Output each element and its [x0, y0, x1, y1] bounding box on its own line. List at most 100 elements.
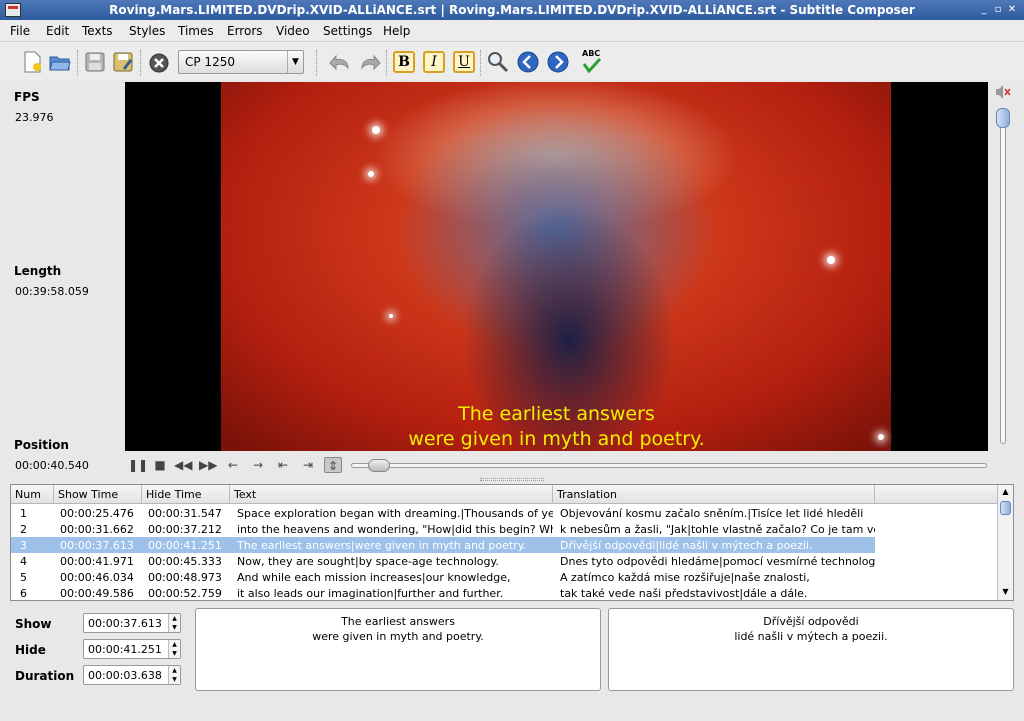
- duration-spinbox[interactable]: 00:00:03.638 ▲ ▼: [83, 665, 181, 685]
- menu-help[interactable]: Help: [383, 24, 410, 38]
- column-header-num[interactable]: Num: [11, 485, 54, 504]
- cell-translation: Dnes tyto odpovědi hledáme|pomocí vesmír…: [560, 555, 875, 568]
- cell-hide-time: 00:00:41.251: [148, 539, 222, 552]
- video-player[interactable]: The earliest answers were given in myth …: [125, 82, 988, 451]
- encoding-select[interactable]: CP 1250 ▼: [178, 50, 304, 74]
- scrollbar-thumb[interactable]: [1000, 501, 1011, 515]
- menu-times[interactable]: Times: [178, 24, 214, 38]
- close-icon[interactable]: [147, 50, 171, 74]
- seek-bar[interactable]: [351, 459, 987, 472]
- table-scrollbar[interactable]: ▲ ▼: [997, 485, 1013, 600]
- cell-text: Space exploration began with dreaming.|T…: [237, 507, 553, 520]
- speaker-muted-icon[interactable]: [995, 84, 1011, 100]
- cell-text: Now, they are sought|by space-age techno…: [237, 555, 499, 568]
- column-header-translation[interactable]: Translation: [553, 485, 875, 504]
- column-header-show-time[interactable]: Show Time: [54, 485, 142, 504]
- translation-editor-line1: Dřívější odpovědi: [763, 615, 859, 628]
- position-label: Position: [14, 438, 69, 452]
- set-show-time-icon[interactable]: ⇤: [274, 457, 292, 473]
- cell-show-time: 00:00:41.971: [60, 555, 134, 568]
- length-label: Length: [14, 264, 62, 278]
- cell-show-time: 00:00:25.476: [60, 507, 134, 520]
- pause-icon[interactable]: ❚❚: [128, 457, 148, 473]
- next-icon[interactable]: [546, 50, 570, 74]
- open-file-icon[interactable]: [48, 50, 72, 74]
- translation-editor[interactable]: Dřívější odpovědi lidé našli v mýtech a …: [608, 608, 1014, 691]
- new-file-icon[interactable]: [20, 50, 44, 74]
- menu-errors[interactable]: Errors: [227, 24, 263, 38]
- table-row[interactable]: 2 00:00:31.662 00:00:37.212 into the hea…: [11, 521, 875, 537]
- splitter-handle[interactable]: [480, 478, 544, 481]
- menu-settings[interactable]: Settings: [323, 24, 372, 38]
- cell-num: 4: [20, 555, 27, 568]
- cell-translation: k nebesům a žasli, "Jak|tohle vlastně za…: [560, 523, 875, 536]
- position-value: 00:00:40.540: [15, 459, 89, 472]
- cell-show-time: 00:00:46.034: [60, 571, 134, 584]
- bold-icon[interactable]: B: [393, 51, 415, 73]
- set-hide-time-icon[interactable]: ⇥: [299, 457, 317, 473]
- menu-file[interactable]: File: [10, 24, 30, 38]
- maximize-button[interactable]: ▫: [992, 4, 1004, 16]
- italic-icon[interactable]: I: [423, 51, 445, 73]
- star: [389, 314, 393, 318]
- cell-num: 6: [20, 587, 27, 600]
- save-icon[interactable]: [83, 50, 107, 74]
- undo-icon[interactable]: [328, 50, 352, 74]
- video-frame: [221, 82, 891, 451]
- cell-text: And while each mission increases|our kno…: [237, 571, 511, 584]
- seek-backward-icon[interactable]: ◀◀: [174, 457, 192, 473]
- hide-time-spinbox[interactable]: 00:00:41.251 ▲ ▼: [83, 639, 181, 659]
- volume-slider[interactable]: [1000, 114, 1006, 444]
- seek-handle[interactable]: [368, 459, 390, 472]
- volume-slider-handle[interactable]: [996, 108, 1010, 128]
- minimize-button[interactable]: _: [978, 4, 990, 16]
- menu-video[interactable]: Video: [276, 24, 310, 38]
- save-as-icon[interactable]: [111, 50, 135, 74]
- cell-translation: Dřívější odpovědi|lidé našli v mýtech a …: [560, 539, 813, 552]
- underline-icon[interactable]: U: [453, 51, 475, 73]
- stop-icon[interactable]: ■: [151, 457, 169, 473]
- spell-check-icon[interactable]: ABC: [580, 49, 604, 74]
- cell-num: 3: [20, 539, 27, 552]
- volume-control: [995, 84, 1011, 450]
- spin-arrows-icon[interactable]: ▲ ▼: [168, 640, 180, 658]
- player-controls: ❚❚ ■ ◀◀ ▶▶ ← → ⇤ ⇥ ⇕: [125, 453, 995, 477]
- table-row[interactable]: 5 00:00:46.034 00:00:48.973 And while ea…: [11, 569, 875, 585]
- subtitle-table: Num Show Time Hide Time Text Translation…: [10, 484, 1014, 601]
- menu-edit[interactable]: Edit: [46, 24, 69, 38]
- toolbar-separator: [140, 50, 142, 76]
- previous-line-icon[interactable]: ←: [224, 457, 242, 473]
- cell-hide-time: 00:00:52.759: [148, 587, 222, 600]
- menu-styles[interactable]: Styles: [129, 24, 165, 38]
- show-label: Show: [15, 617, 52, 631]
- cell-translation: tak také vede naši představivost|dále a …: [560, 587, 808, 600]
- toggle-fullscreen-icon[interactable]: ⇕: [324, 457, 342, 473]
- table-row-selected[interactable]: 3 00:00:37.613 00:00:41.251 The earliest…: [11, 537, 875, 553]
- toolbar-separator: [77, 50, 79, 76]
- next-line-icon[interactable]: →: [249, 457, 267, 473]
- scroll-down-icon[interactable]: ▼: [998, 585, 1013, 599]
- column-header-hide-time[interactable]: Hide Time: [142, 485, 230, 504]
- video-subtitle-line2: were given in myth and poetry.: [408, 428, 705, 450]
- spin-arrows-icon[interactable]: ▲ ▼: [168, 614, 180, 632]
- column-header-text[interactable]: Text: [230, 485, 553, 504]
- cell-show-time: 00:00:49.586: [60, 587, 134, 600]
- close-window-button[interactable]: ✕: [1006, 4, 1018, 16]
- table-row[interactable]: 4 00:00:41.971 00:00:45.333 Now, they ar…: [11, 553, 875, 569]
- show-time-spinbox[interactable]: 00:00:37.613 ▲ ▼: [83, 613, 181, 633]
- cell-num: 1: [20, 507, 27, 520]
- seek-forward-icon[interactable]: ▶▶: [199, 457, 217, 473]
- fps-value: 23.976: [15, 111, 54, 124]
- find-icon[interactable]: [486, 50, 510, 74]
- menu-texts[interactable]: Texts: [82, 24, 113, 38]
- table-row[interactable]: 6 00:00:49.586 00:00:52.759 it also lead…: [11, 585, 875, 600]
- cell-translation: A zatímco každá mise rozšiřuje|naše znal…: [560, 571, 810, 584]
- text-editor[interactable]: The earliest answers were given in myth …: [195, 608, 601, 691]
- table-row[interactable]: 1 00:00:25.476 00:00:31.547 Space explor…: [11, 505, 875, 521]
- previous-icon[interactable]: [516, 50, 540, 74]
- redo-icon[interactable]: [358, 50, 382, 74]
- spin-arrows-icon[interactable]: ▲ ▼: [168, 666, 180, 684]
- video-subtitle-line1: The earliest answers: [458, 403, 655, 425]
- scroll-up-icon[interactable]: ▲: [998, 485, 1013, 499]
- toolbar-separator: [386, 50, 388, 76]
